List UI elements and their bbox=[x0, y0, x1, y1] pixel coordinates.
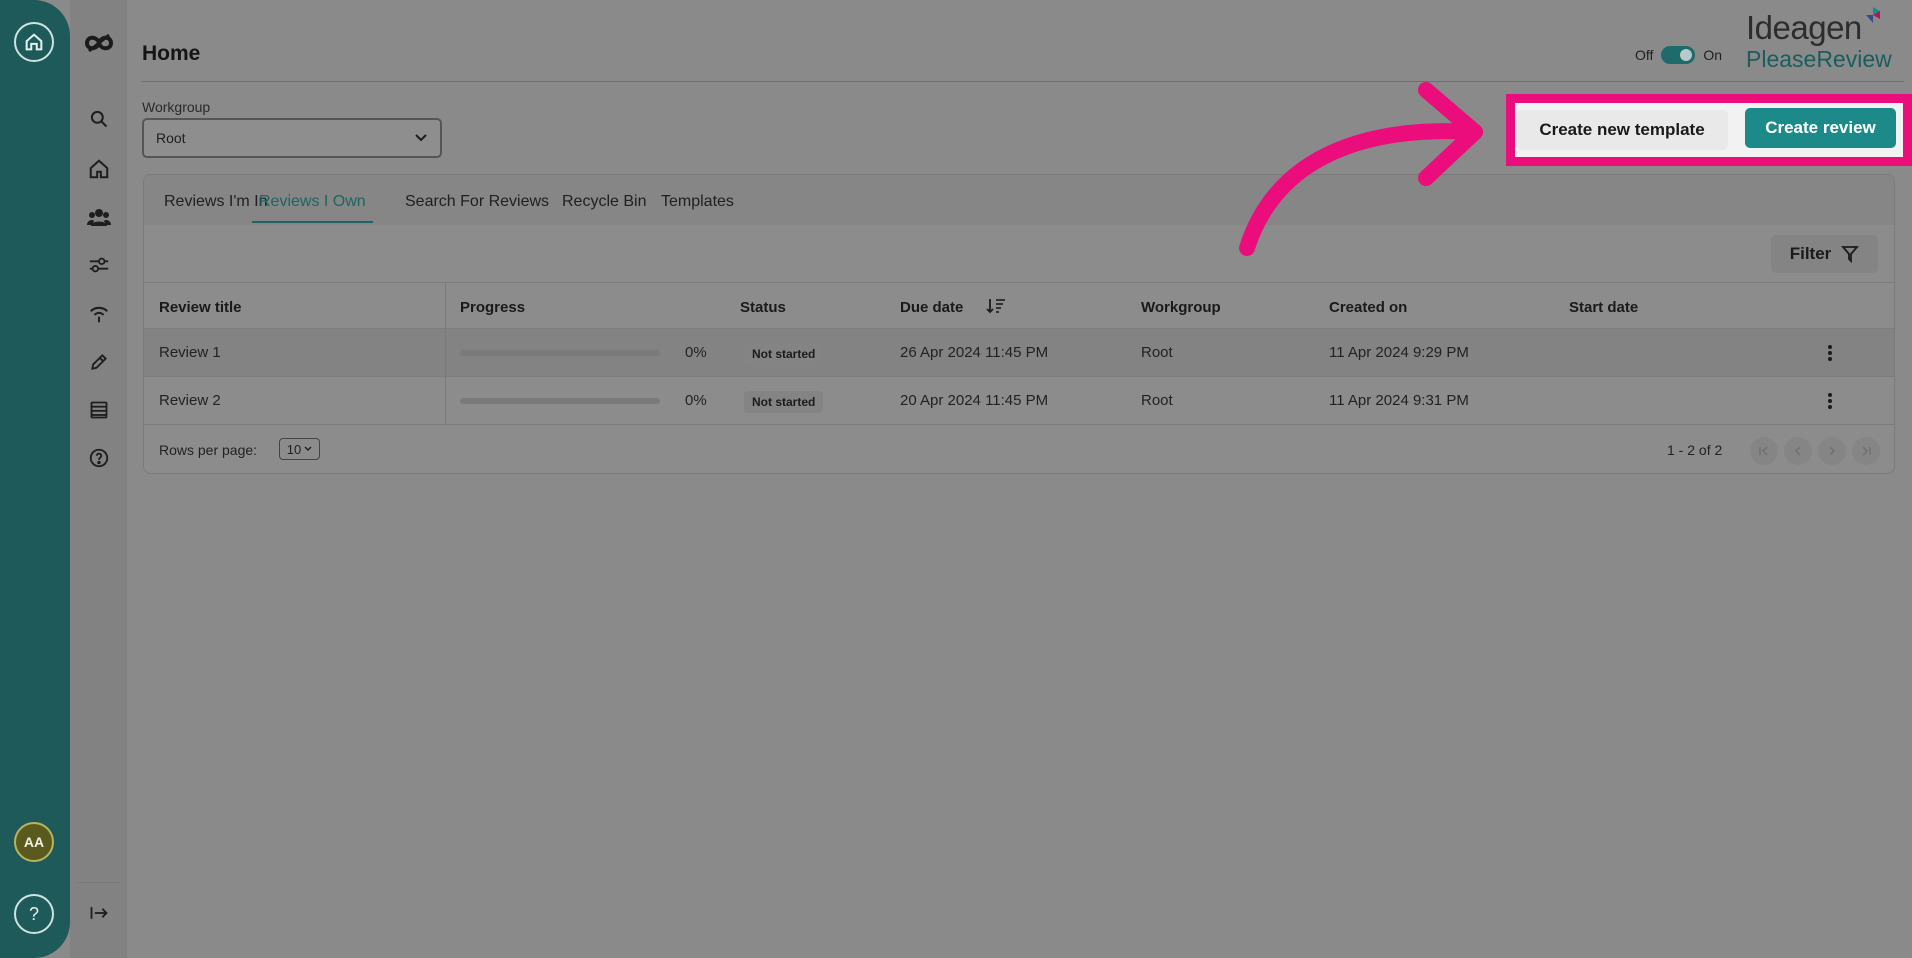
prev-page-icon[interactable] bbox=[1784, 437, 1812, 465]
search-icon[interactable] bbox=[70, 101, 127, 137]
filter-icon bbox=[1841, 246, 1860, 263]
app-rail: AA ? bbox=[0, 0, 70, 958]
progress-value: 0% bbox=[685, 344, 707, 361]
col-created-on[interactable]: Created on bbox=[1329, 299, 1407, 316]
progress-value: 0% bbox=[685, 392, 707, 409]
created-on: 11 Apr 2024 9:31 PM bbox=[1329, 392, 1469, 409]
created-on: 11 Apr 2024 9:29 PM bbox=[1329, 344, 1469, 361]
due-date: 20 Apr 2024 11:45 PM bbox=[900, 392, 1049, 409]
logo-top: Ideagen bbox=[1746, 9, 1862, 46]
review-title[interactable]: Review 1 bbox=[159, 344, 221, 361]
list-icon[interactable] bbox=[70, 392, 127, 428]
filter-label: Filter bbox=[1789, 244, 1832, 263]
progress-bar bbox=[460, 398, 660, 404]
column-divider bbox=[445, 282, 446, 424]
create-new-template-button[interactable]: Create new template bbox=[1516, 110, 1728, 150]
signal-icon[interactable] bbox=[70, 296, 127, 332]
callout-arrow-icon bbox=[1239, 82, 1483, 256]
last-page-icon[interactable] bbox=[1852, 437, 1880, 465]
workgroup-cell: Root bbox=[1141, 392, 1173, 409]
rows-per-page-value: 10 bbox=[286, 441, 302, 457]
pencil-icon[interactable] bbox=[70, 344, 127, 380]
header-divider bbox=[142, 81, 1904, 82]
first-page-icon[interactable] bbox=[1750, 437, 1778, 465]
sliders-icon[interactable] bbox=[70, 247, 127, 283]
tab-search-for-reviews[interactable]: Search For Reviews bbox=[405, 193, 549, 221]
logo-bottom: PleaseReview bbox=[1746, 46, 1892, 72]
next-page-icon[interactable] bbox=[1818, 437, 1846, 465]
tab-templates[interactable]: Templates bbox=[661, 193, 734, 221]
review-title[interactable]: Review 2 bbox=[159, 392, 221, 409]
workgroup-select[interactable]: Root bbox=[142, 118, 442, 158]
due-date: 26 Apr 2024 11:45 PM bbox=[900, 344, 1049, 361]
status-badge: Not started bbox=[744, 391, 824, 413]
chevron-down-icon bbox=[304, 446, 312, 451]
sort-icon[interactable] bbox=[986, 297, 1006, 315]
table-header: Review title Progress Status Due date Wo… bbox=[144, 282, 1894, 328]
nav-divider bbox=[78, 882, 120, 883]
help-icon[interactable]: ? bbox=[14, 894, 54, 934]
pagination-range: 1 - 2 of 2 bbox=[1667, 442, 1723, 458]
expand-icon[interactable] bbox=[70, 895, 127, 931]
toggle-on-label: On bbox=[1703, 47, 1723, 63]
col-start-date[interactable]: Start date bbox=[1569, 299, 1638, 316]
mode-toggle: Off On bbox=[1635, 46, 1722, 64]
col-review-title[interactable]: Review title bbox=[159, 299, 242, 316]
reviews-card: Reviews I'm In Reviews I Own Search For … bbox=[143, 174, 1895, 474]
col-workgroup[interactable]: Workgroup bbox=[1141, 299, 1221, 316]
table-footer: Rows per page: 10 1 - 2 of 2 bbox=[144, 424, 1894, 473]
table-row[interactable]: Review 2 0% Not started 20 Apr 2024 11:4… bbox=[144, 376, 1894, 424]
col-due-date[interactable]: Due date bbox=[900, 299, 963, 316]
workgroup-value: Root bbox=[156, 130, 186, 146]
table-row[interactable]: Review 1 0% Not started 26 Apr 2024 11:4… bbox=[144, 328, 1894, 376]
rows-per-page-select[interactable]: 10 bbox=[279, 438, 320, 460]
tab-reviews-i-own[interactable]: Reviews I Own bbox=[252, 193, 373, 223]
avatar[interactable]: AA bbox=[14, 822, 54, 862]
brand-logo: Ideagen PleaseReview bbox=[1746, 7, 1906, 78]
app-logo-icon[interactable] bbox=[70, 25, 127, 61]
row-menu-icon[interactable] bbox=[1820, 389, 1840, 413]
page-title: Home bbox=[142, 42, 201, 65]
rows-per-page-label: Rows per page: bbox=[159, 442, 258, 458]
help-circle-icon[interactable] bbox=[70, 440, 127, 476]
workgroup-cell: Root bbox=[1141, 344, 1173, 361]
toggle-switch[interactable] bbox=[1661, 46, 1696, 64]
toggle-off-label: Off bbox=[1635, 47, 1654, 63]
status-badge: Not started bbox=[744, 343, 824, 365]
side-nav bbox=[70, 0, 127, 958]
progress-bar bbox=[460, 350, 660, 356]
col-progress[interactable]: Progress bbox=[460, 299, 525, 316]
home-nav-icon[interactable] bbox=[70, 151, 127, 187]
users-icon[interactable] bbox=[70, 199, 127, 235]
tab-recycle-bin[interactable]: Recycle Bin bbox=[562, 193, 646, 221]
home-icon[interactable] bbox=[14, 22, 54, 62]
col-status[interactable]: Status bbox=[740, 299, 786, 316]
workgroup-label: Workgroup bbox=[142, 99, 211, 115]
tab-bar: Reviews I'm In Reviews I Own Search For … bbox=[144, 175, 1894, 225]
logo-mark-icon bbox=[1866, 7, 1880, 23]
create-review-button[interactable]: Create review bbox=[1745, 108, 1896, 148]
row-menu-icon[interactable] bbox=[1820, 341, 1840, 365]
filter-button[interactable]: Filter bbox=[1771, 235, 1878, 273]
chevron-down-icon bbox=[415, 134, 427, 142]
